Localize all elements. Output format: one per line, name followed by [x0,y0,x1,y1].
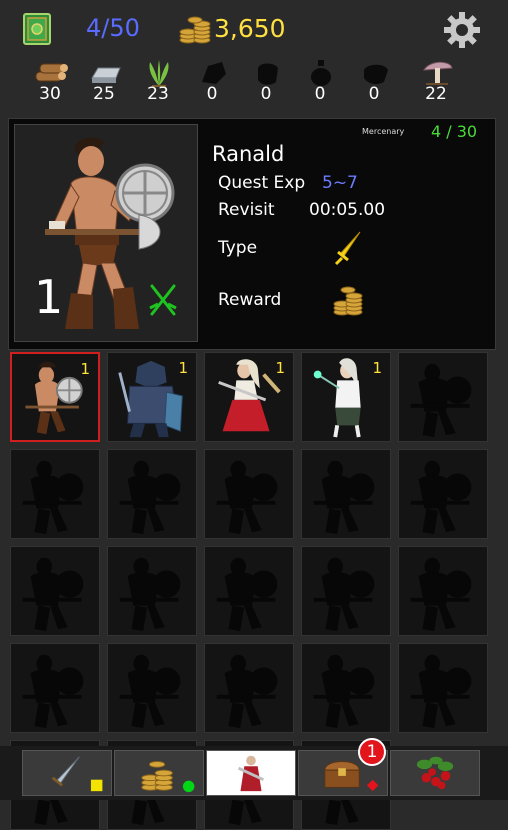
tab-shop[interactable] [114,750,204,796]
resource-bar: 30 25 23 0 0 0 0 22 [0,56,508,106]
hero-role: Mercenary [362,127,405,136]
green-book-icon[interactable] [22,12,52,46]
hero-icon [237,755,265,792]
hero-slot-level: 1 [178,359,188,377]
roster-slot-locked[interactable] [204,449,294,539]
roster-slot-locked[interactable] [10,449,100,539]
bottom-nav [0,746,508,800]
locked-hero-silhouette [410,654,472,729]
quest-exp-value: 5~7 [322,173,358,193]
locked-hero-silhouette [216,460,278,535]
tab-equipment[interactable] [22,750,112,796]
tab-gathering[interactable] [390,750,480,796]
locked-hero-silhouette [119,460,181,535]
gold-coins-icon [333,286,363,316]
quest-exp-label: Quest Exp [218,173,306,193]
roster-slot-locked[interactable] [301,546,391,636]
yellow-square-marker [90,779,103,792]
tab-heroes[interactable] [206,750,296,796]
resource-mushroom: 22 [406,56,466,106]
roster-slot-locked[interactable] [204,643,294,733]
locked-hero-silhouette [119,557,181,632]
resource-locked-1: 0 [182,56,242,106]
locked-hero-silhouette [22,557,84,632]
red-diamond-marker [366,779,379,792]
roster-slot-barbarian[interactable]: 1 [10,352,100,442]
resource-wood: 30 [20,56,80,106]
roster-slot-locked[interactable] [301,449,391,539]
sword-icon [334,231,361,266]
gear-icon[interactable] [442,10,482,50]
reward-label: Reward [218,290,282,310]
roster-slot-dark-knight[interactable]: 1 [107,352,197,442]
roster-slot-red-dress-warrior[interactable]: 1 [204,352,294,442]
hero-slot-level: 1 [275,359,285,377]
roster-slot-locked[interactable] [398,352,488,442]
roster-slot-locked[interactable] [107,449,197,539]
hero-level: 1 [34,270,64,324]
locked-hero-silhouette [313,654,375,729]
locked-hero-silhouette [410,363,472,438]
roster-slot-locked[interactable] [301,643,391,733]
roster-slot-locked[interactable] [398,449,488,539]
revisit-value: 00:05.00 [309,200,386,220]
locked-hero-silhouette [216,654,278,729]
gold-amount: 3,650 [214,14,286,43]
sword-icon [51,756,103,792]
locked-hero-silhouette [22,654,84,729]
hero-name: Ranald [212,142,285,166]
roster-slot-locked[interactable] [10,546,100,636]
roster-capacity: 4/50 [86,14,140,42]
hero-slot-level: 1 [80,360,90,378]
roster-slot-locked[interactable] [398,546,488,636]
notification-badge: 1 [358,738,386,766]
locked-hero-silhouette [22,460,84,535]
resource-locked-4: 0 [344,56,404,106]
roster-slot-locked[interactable] [10,643,100,733]
locked-hero-silhouette [410,460,472,535]
party-count: 4 / 30 [431,122,478,141]
resource-locked-3: 0 [290,56,350,106]
resource-iron: 25 [74,56,134,106]
locked-hero-silhouette [410,557,472,632]
top-bar: 4/50 3,650 [0,0,508,60]
roster-slot-locked[interactable] [398,643,488,733]
roster-slot-mage-girl[interactable]: 1 [301,352,391,442]
green-circle-marker [182,780,195,793]
roster-slot-locked[interactable] [107,546,197,636]
gold-coins-icon [179,16,211,44]
roster-slot-locked[interactable] [107,643,197,733]
hero-slot-level: 1 [372,359,382,377]
locked-hero-silhouette [313,460,375,535]
roster-slot-locked[interactable] [204,546,294,636]
locked-hero-silhouette [119,654,181,729]
crossed-swords-icon [149,284,177,316]
type-label: Type [218,238,258,258]
revisit-label: Revisit [218,200,275,220]
locked-hero-silhouette [313,557,375,632]
gold-coins-icon [141,761,195,793]
berries-icon [416,756,454,790]
resource-herb: 23 [128,56,188,106]
locked-hero-silhouette [216,557,278,632]
resource-locked-2: 0 [236,56,296,106]
